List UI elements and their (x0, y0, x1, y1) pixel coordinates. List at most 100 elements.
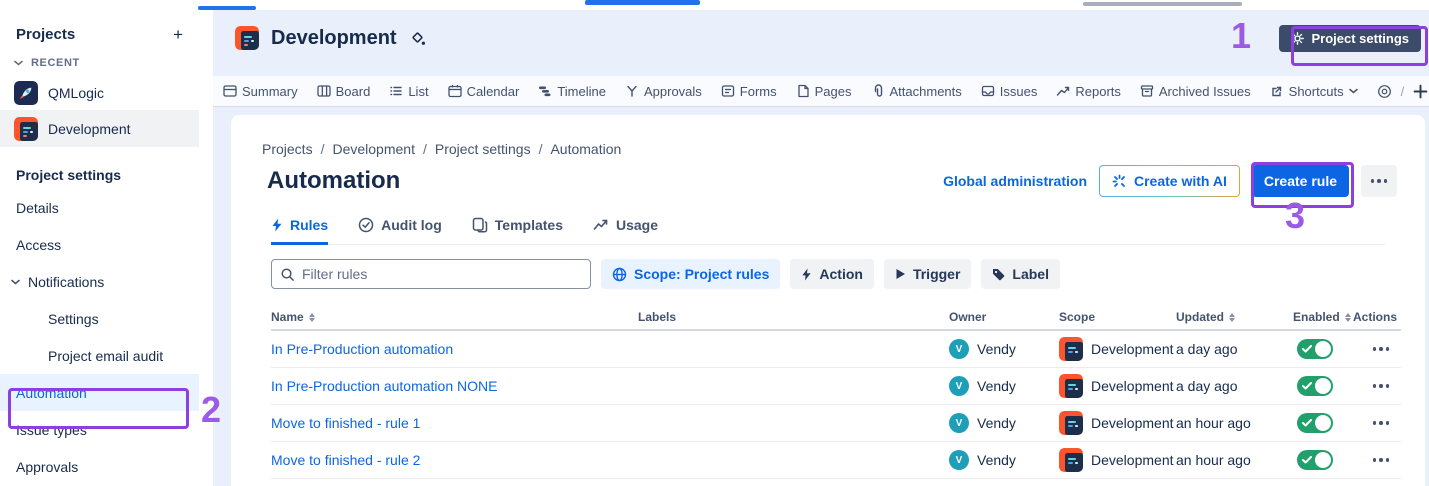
filter-rules-input[interactable] (302, 266, 582, 282)
column-header-enabled[interactable]: Enabled (1293, 310, 1353, 324)
row-more-actions-button[interactable] (1367, 378, 1396, 394)
table-row: In Pre-Production automation NONE VVendy… (271, 368, 1401, 405)
tab-rules[interactable]: Rules (271, 217, 328, 245)
reports-icon (1056, 84, 1070, 98)
global-administration-link[interactable]: Global administration (943, 173, 1087, 189)
page-more-actions-button[interactable] (1361, 165, 1397, 197)
scope-name: Development (1091, 415, 1174, 431)
sidebar-item-approvals[interactable]: Approvals (0, 448, 199, 485)
project-settings-section-header: Project settings (0, 147, 199, 189)
forms-icon (721, 84, 735, 98)
rule-name-link[interactable]: Move to finished - rule 2 (271, 452, 420, 468)
row-more-actions-button[interactable] (1367, 452, 1396, 468)
tab-summary[interactable]: Summary (223, 84, 298, 99)
row-more-actions-button[interactable] (1367, 415, 1396, 431)
breadcrumb-development[interactable]: Development (332, 141, 415, 157)
scope-name: Development (1091, 341, 1174, 357)
project-name-label: Development (48, 121, 131, 137)
enabled-toggle[interactable] (1297, 339, 1333, 359)
top-edge-gray-bar (1083, 2, 1242, 6)
lightning-icon (801, 268, 812, 281)
create-with-ai-button[interactable]: Create with AI (1099, 165, 1240, 197)
sidebar-item-issue-types[interactable]: Issue types (0, 411, 199, 448)
check-icon (1302, 419, 1312, 427)
archive-box-icon (1140, 84, 1154, 98)
create-rule-button[interactable]: Create rule (1252, 165, 1349, 197)
calendar-icon (448, 84, 462, 98)
breadcrumb-projects[interactable]: Projects (262, 141, 313, 157)
sidebar-item-access[interactable]: Access (0, 226, 199, 263)
tag-icon (992, 268, 1005, 281)
chevron-down-icon (1349, 88, 1358, 94)
tab-templates[interactable]: Templates (472, 217, 563, 245)
filter-rules-search[interactable] (271, 259, 591, 289)
owner-avatar: V (949, 339, 969, 359)
automation-tabs: Rules Audit log Templates Usage (271, 217, 1385, 245)
enabled-toggle[interactable] (1297, 413, 1333, 433)
tab-timeline[interactable]: Timeline (538, 84, 606, 99)
scope-filter-chip[interactable]: Scope: Project rules (601, 259, 780, 289)
search-icon (280, 267, 295, 282)
trigger-filter-chip[interactable]: Trigger (884, 259, 971, 289)
sidebar-item-notification-settings[interactable]: Settings (0, 300, 199, 337)
project-header: Development Project settings (213, 10, 1429, 66)
owner-name: Vendy (977, 452, 1016, 468)
rule-name-link[interactable]: In Pre-Production automation NONE (271, 378, 497, 394)
recent-section-header[interactable]: RECENT (0, 49, 199, 75)
copy-pages-icon (472, 217, 488, 233)
tab-issues[interactable]: Issues (981, 84, 1038, 99)
tab-approvals[interactable]: Approvals (625, 84, 702, 99)
sort-icon (1345, 313, 1351, 322)
tab-calendar[interactable]: Calendar (448, 84, 520, 99)
column-header-owner: Owner (949, 310, 1059, 324)
sidebar-item-notifications[interactable]: Notifications (0, 263, 199, 300)
column-header-labels: Labels (638, 310, 949, 324)
tab-forms[interactable]: Forms (721, 84, 777, 99)
column-header-updated[interactable]: Updated (1176, 310, 1293, 324)
paint-bucket-icon[interactable] (411, 31, 426, 46)
main-area: Development Project settings Summary Boa… (213, 10, 1429, 486)
tab-list[interactable]: List (389, 84, 428, 99)
table-row: Move to finished - rule 2 VVendy Develop… (271, 442, 1401, 479)
column-header-actions: Actions (1353, 310, 1403, 324)
tab-attachments[interactable]: Attachments (871, 84, 962, 99)
tab-shortcuts[interactable]: Shortcuts (1270, 84, 1358, 99)
add-project-button[interactable]: + (173, 26, 183, 43)
rule-name-link[interactable]: In Pre-Production automation (271, 341, 453, 357)
breadcrumb-automation[interactable]: Automation (550, 141, 621, 157)
sidebar-item-automation[interactable]: Automation (0, 374, 199, 411)
action-filter-chip[interactable]: Action (790, 259, 874, 289)
sidebar-item-qmlogic[interactable]: QMLogic (0, 75, 199, 110)
enabled-toggle[interactable] (1297, 450, 1333, 470)
add-tab-plus-icon[interactable] (1413, 84, 1428, 99)
chart-usage-icon (593, 217, 609, 233)
gear-icon (1291, 32, 1304, 45)
tab-board[interactable]: Board (317, 84, 371, 99)
scope-name: Development (1091, 452, 1174, 468)
rules-table: Name Labels Owner Scope Updated Enabled … (271, 305, 1401, 479)
chevron-down-icon (14, 60, 23, 66)
tab-reports[interactable]: Reports (1056, 84, 1121, 99)
ellipsis-icon (1371, 179, 1375, 183)
enabled-toggle[interactable] (1297, 376, 1333, 396)
pages-icon (796, 84, 810, 98)
development-project-icon (1059, 374, 1083, 398)
nav-settings-gear-icon[interactable] (1377, 84, 1392, 99)
sidebar-item-development[interactable]: Development (0, 110, 199, 147)
project-settings-button[interactable]: Project settings (1279, 25, 1421, 52)
updated-cell: an hour ago (1176, 452, 1293, 468)
chevron-down-icon (11, 279, 20, 285)
tab-archived-issues[interactable]: Archived Issues (1140, 84, 1251, 99)
tab-pages[interactable]: Pages (796, 84, 852, 99)
breadcrumb-project-settings[interactable]: Project settings (435, 141, 531, 157)
tab-audit-log[interactable]: Audit log (358, 217, 442, 245)
column-header-name[interactable]: Name (271, 310, 638, 324)
tab-usage[interactable]: Usage (593, 217, 658, 245)
top-edge-blue-bar-2 (585, 0, 700, 5)
sidebar-item-details[interactable]: Details (0, 189, 199, 226)
sidebar: Projects + RECENT QMLogic Development Pr… (0, 10, 199, 486)
sidebar-item-project-email-audit[interactable]: Project email audit (0, 337, 199, 374)
label-filter-chip[interactable]: Label (981, 259, 1060, 289)
row-more-actions-button[interactable] (1367, 341, 1396, 357)
rule-name-link[interactable]: Move to finished - rule 1 (271, 415, 420, 431)
